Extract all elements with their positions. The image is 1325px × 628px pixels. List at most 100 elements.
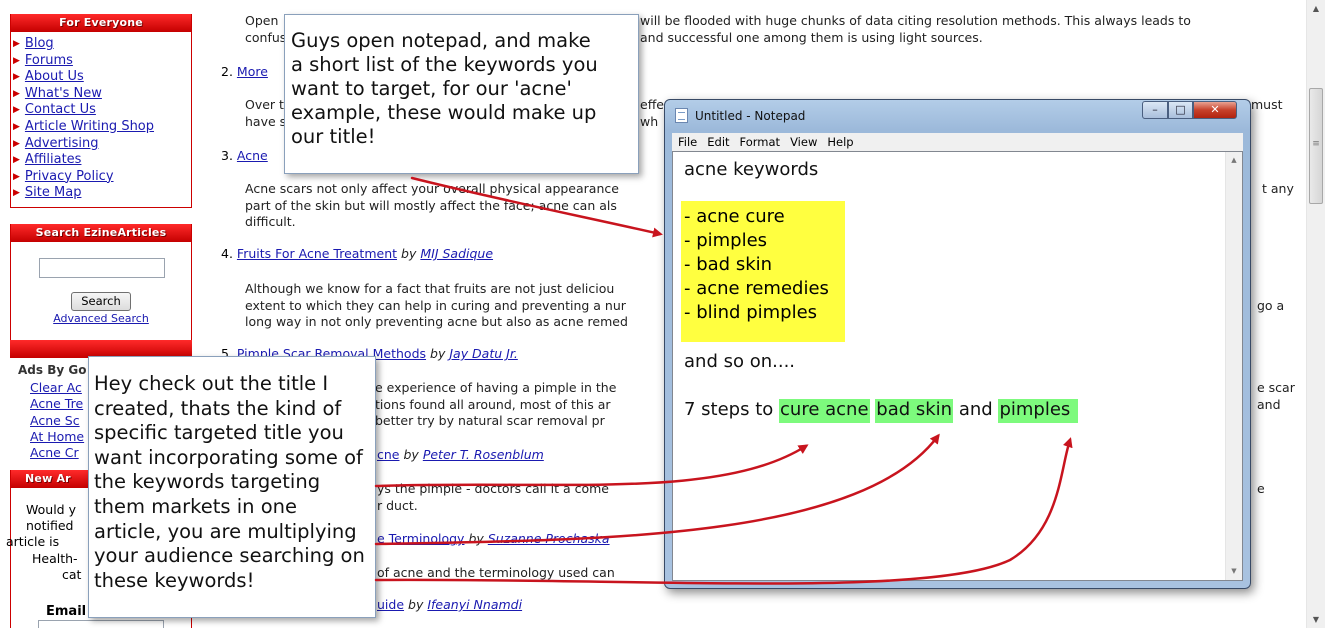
- notepad-scrollbar[interactable]: ▲ ▼: [1225, 152, 1242, 580]
- callout-line: created, thats the kind of: [94, 396, 342, 420]
- privacy-policy-link[interactable]: Privacy Policy: [25, 169, 114, 184]
- scroll-down-icon[interactable]: ▼: [1226, 563, 1242, 580]
- bullet-triangle-icon: ▶: [13, 138, 20, 149]
- notepad-window[interactable]: Untitled - Notepad – □ ✕ File Edit Format V…: [664, 99, 1251, 589]
- site-map-link[interactable]: Site Map: [25, 185, 82, 200]
- author-link[interactable]: MIJ Sadique: [420, 246, 493, 261]
- new-articles-text: Would y notified article is Health- cat: [6, 502, 82, 583]
- article-title-link[interactable]: e Terminology: [377, 531, 464, 546]
- author-link[interactable]: Jay Datu Jr.: [449, 346, 517, 361]
- author-link[interactable]: Suzanne Prochaska: [488, 531, 610, 546]
- keyword-highlight-pimples: pimples: [998, 399, 1079, 423]
- ad-link[interactable]: Clear Ac: [30, 380, 84, 396]
- notepad-text-area[interactable]: acne keywords - acne cure - pimples - ba…: [672, 151, 1243, 581]
- sidebar-item-advertising[interactable]: ▶ Advertising: [13, 136, 191, 153]
- affiliates-link[interactable]: Affiliates: [25, 152, 82, 167]
- bullet-triangle-icon: ▶: [13, 171, 20, 182]
- menu-file[interactable]: File: [678, 135, 697, 149]
- notepad-title: Untitled - Notepad: [695, 109, 806, 123]
- email-input[interactable]: [38, 620, 164, 628]
- callout-line: the keywords targeting: [94, 470, 321, 494]
- by-label: by: [403, 447, 419, 462]
- sidebar-item-privacy[interactable]: ▶ Privacy Policy: [13, 169, 191, 186]
- advanced-search-link[interactable]: Advanced Search: [11, 312, 191, 325]
- contact-us-link[interactable]: Contact Us: [25, 102, 96, 117]
- callout-bottom: Hey check out the title I created, thats…: [88, 356, 376, 618]
- menu-format[interactable]: Format: [740, 135, 781, 149]
- notepad-titlebar[interactable]: Untitled - Notepad – □ ✕: [665, 100, 1250, 130]
- text-line: cat: [62, 566, 82, 582]
- sidebar-item-forums[interactable]: ▶ Forums: [13, 53, 191, 70]
- bullet-triangle-icon: ▶: [13, 39, 20, 49]
- sidebar-item-contact[interactable]: ▶ Contact Us: [13, 102, 191, 119]
- scroll-down-icon[interactable]: ▼: [1307, 611, 1325, 628]
- bullet-triangle-icon: ▶: [13, 188, 20, 199]
- notepad-icon: [675, 108, 688, 123]
- search-box-title: Search EzineArticles: [11, 224, 191, 242]
- callout-line: want incorporating some of: [94, 445, 363, 469]
- close-button[interactable]: ✕: [1193, 101, 1237, 119]
- ad-link[interactable]: Acne Tre: [30, 396, 84, 412]
- callout-line: our title!: [291, 125, 376, 148]
- ad-link[interactable]: Acne Cr: [30, 445, 84, 461]
- bullet-triangle-icon: ▶: [13, 88, 20, 99]
- by-label: by: [468, 531, 484, 546]
- whats-new-link[interactable]: What's New: [25, 86, 102, 101]
- search-input[interactable]: [39, 258, 165, 278]
- keyword-item: - bad skin: [684, 254, 773, 275]
- sidebar-item-whats-new[interactable]: ▶ What's New: [13, 86, 191, 103]
- callout-top: Guys open notepad, and make a short list…: [284, 14, 639, 174]
- text-line: r duct.: [377, 497, 418, 513]
- bullet-triangle-icon: ▶: [13, 72, 20, 83]
- author-link[interactable]: Peter T. Rosenblum: [423, 447, 544, 462]
- minimize-button[interactable]: –: [1142, 101, 1168, 119]
- callout-line: want to target, for our 'acne': [291, 77, 572, 100]
- notepad-heading: acne keywords: [684, 159, 819, 180]
- scroll-up-icon[interactable]: ▲: [1226, 152, 1242, 169]
- sidebar-item-affiliates[interactable]: ▶ Affiliates: [13, 152, 191, 169]
- ad-link[interactable]: Acne Sc: [30, 413, 84, 429]
- sidebar-item-blog[interactable]: ▶ Blog: [13, 36, 191, 53]
- article-title-link[interactable]: More: [237, 64, 268, 79]
- article-title-link[interactable]: Acne: [237, 148, 268, 163]
- search-button[interactable]: Search: [71, 292, 131, 311]
- for-everyone-box: For Everyone ▶ Blog ▶ Forums ▶ About Us ▶ Wh…: [10, 14, 192, 208]
- ad-links: Clear Ac Acne Tre Acne Sc At Home Acne C…: [30, 380, 84, 461]
- email-label: Email: [46, 604, 87, 619]
- sidebar-item-article-shop[interactable]: ▶ Article Writing Shop: [13, 119, 191, 136]
- sidebar-item-about[interactable]: ▶ About Us: [13, 69, 191, 86]
- forums-link[interactable]: Forums: [25, 53, 73, 68]
- advertising-link[interactable]: Advertising: [25, 136, 99, 151]
- text-line: Health-: [32, 550, 78, 566]
- article-title-link[interactable]: Fruits For Acne Treatment: [237, 246, 397, 261]
- page-scrollbar[interactable]: ▲ ≡ ▼: [1306, 0, 1325, 628]
- about-us-link[interactable]: About Us: [25, 69, 84, 84]
- title-prefix: 7 steps to: [684, 399, 774, 420]
- article-title-link[interactable]: cne: [377, 447, 400, 462]
- item-number: 3.: [221, 148, 233, 163]
- article-writing-shop-link[interactable]: Article Writing Shop: [25, 119, 154, 134]
- notepad-menubar: File Edit Format View Help: [672, 133, 1243, 151]
- menu-view[interactable]: View: [790, 135, 817, 149]
- text-line: tions found all around, most of this ar: [375, 396, 611, 412]
- author-link[interactable]: Ifeanyi Nnamdi: [427, 597, 522, 612]
- maximize-button[interactable]: □: [1168, 101, 1193, 119]
- article-2-summary-right: must: [1251, 97, 1283, 112]
- menu-edit[interactable]: Edit: [707, 135, 729, 149]
- keyword-item: - pimples: [684, 230, 768, 251]
- article-title-link[interactable]: uide: [377, 597, 404, 612]
- article-1-summary-right: will be flooded with huge chunks of data…: [640, 13, 1280, 46]
- text-line: ys the pimple - doctors call it a come: [377, 481, 609, 496]
- title-line: 7 steps to cure acne bad skin and pimple…: [684, 398, 1079, 423]
- callout-line: your audience searching on: [94, 544, 365, 568]
- scroll-thumb[interactable]: ≡: [1309, 88, 1323, 204]
- ad-link[interactable]: At Home: [30, 429, 84, 445]
- keyword-item: - acne cure: [684, 206, 785, 227]
- by-label: by: [430, 346, 446, 361]
- sidebar-item-sitemap[interactable]: ▶ Site Map: [13, 185, 191, 202]
- blog-link[interactable]: Blog: [25, 36, 54, 51]
- scroll-up-icon[interactable]: ▲: [1307, 0, 1325, 17]
- menu-help[interactable]: Help: [827, 135, 853, 149]
- keyword-item: - acne remedies: [684, 278, 829, 299]
- bullet-triangle-icon: ▶: [13, 121, 20, 132]
